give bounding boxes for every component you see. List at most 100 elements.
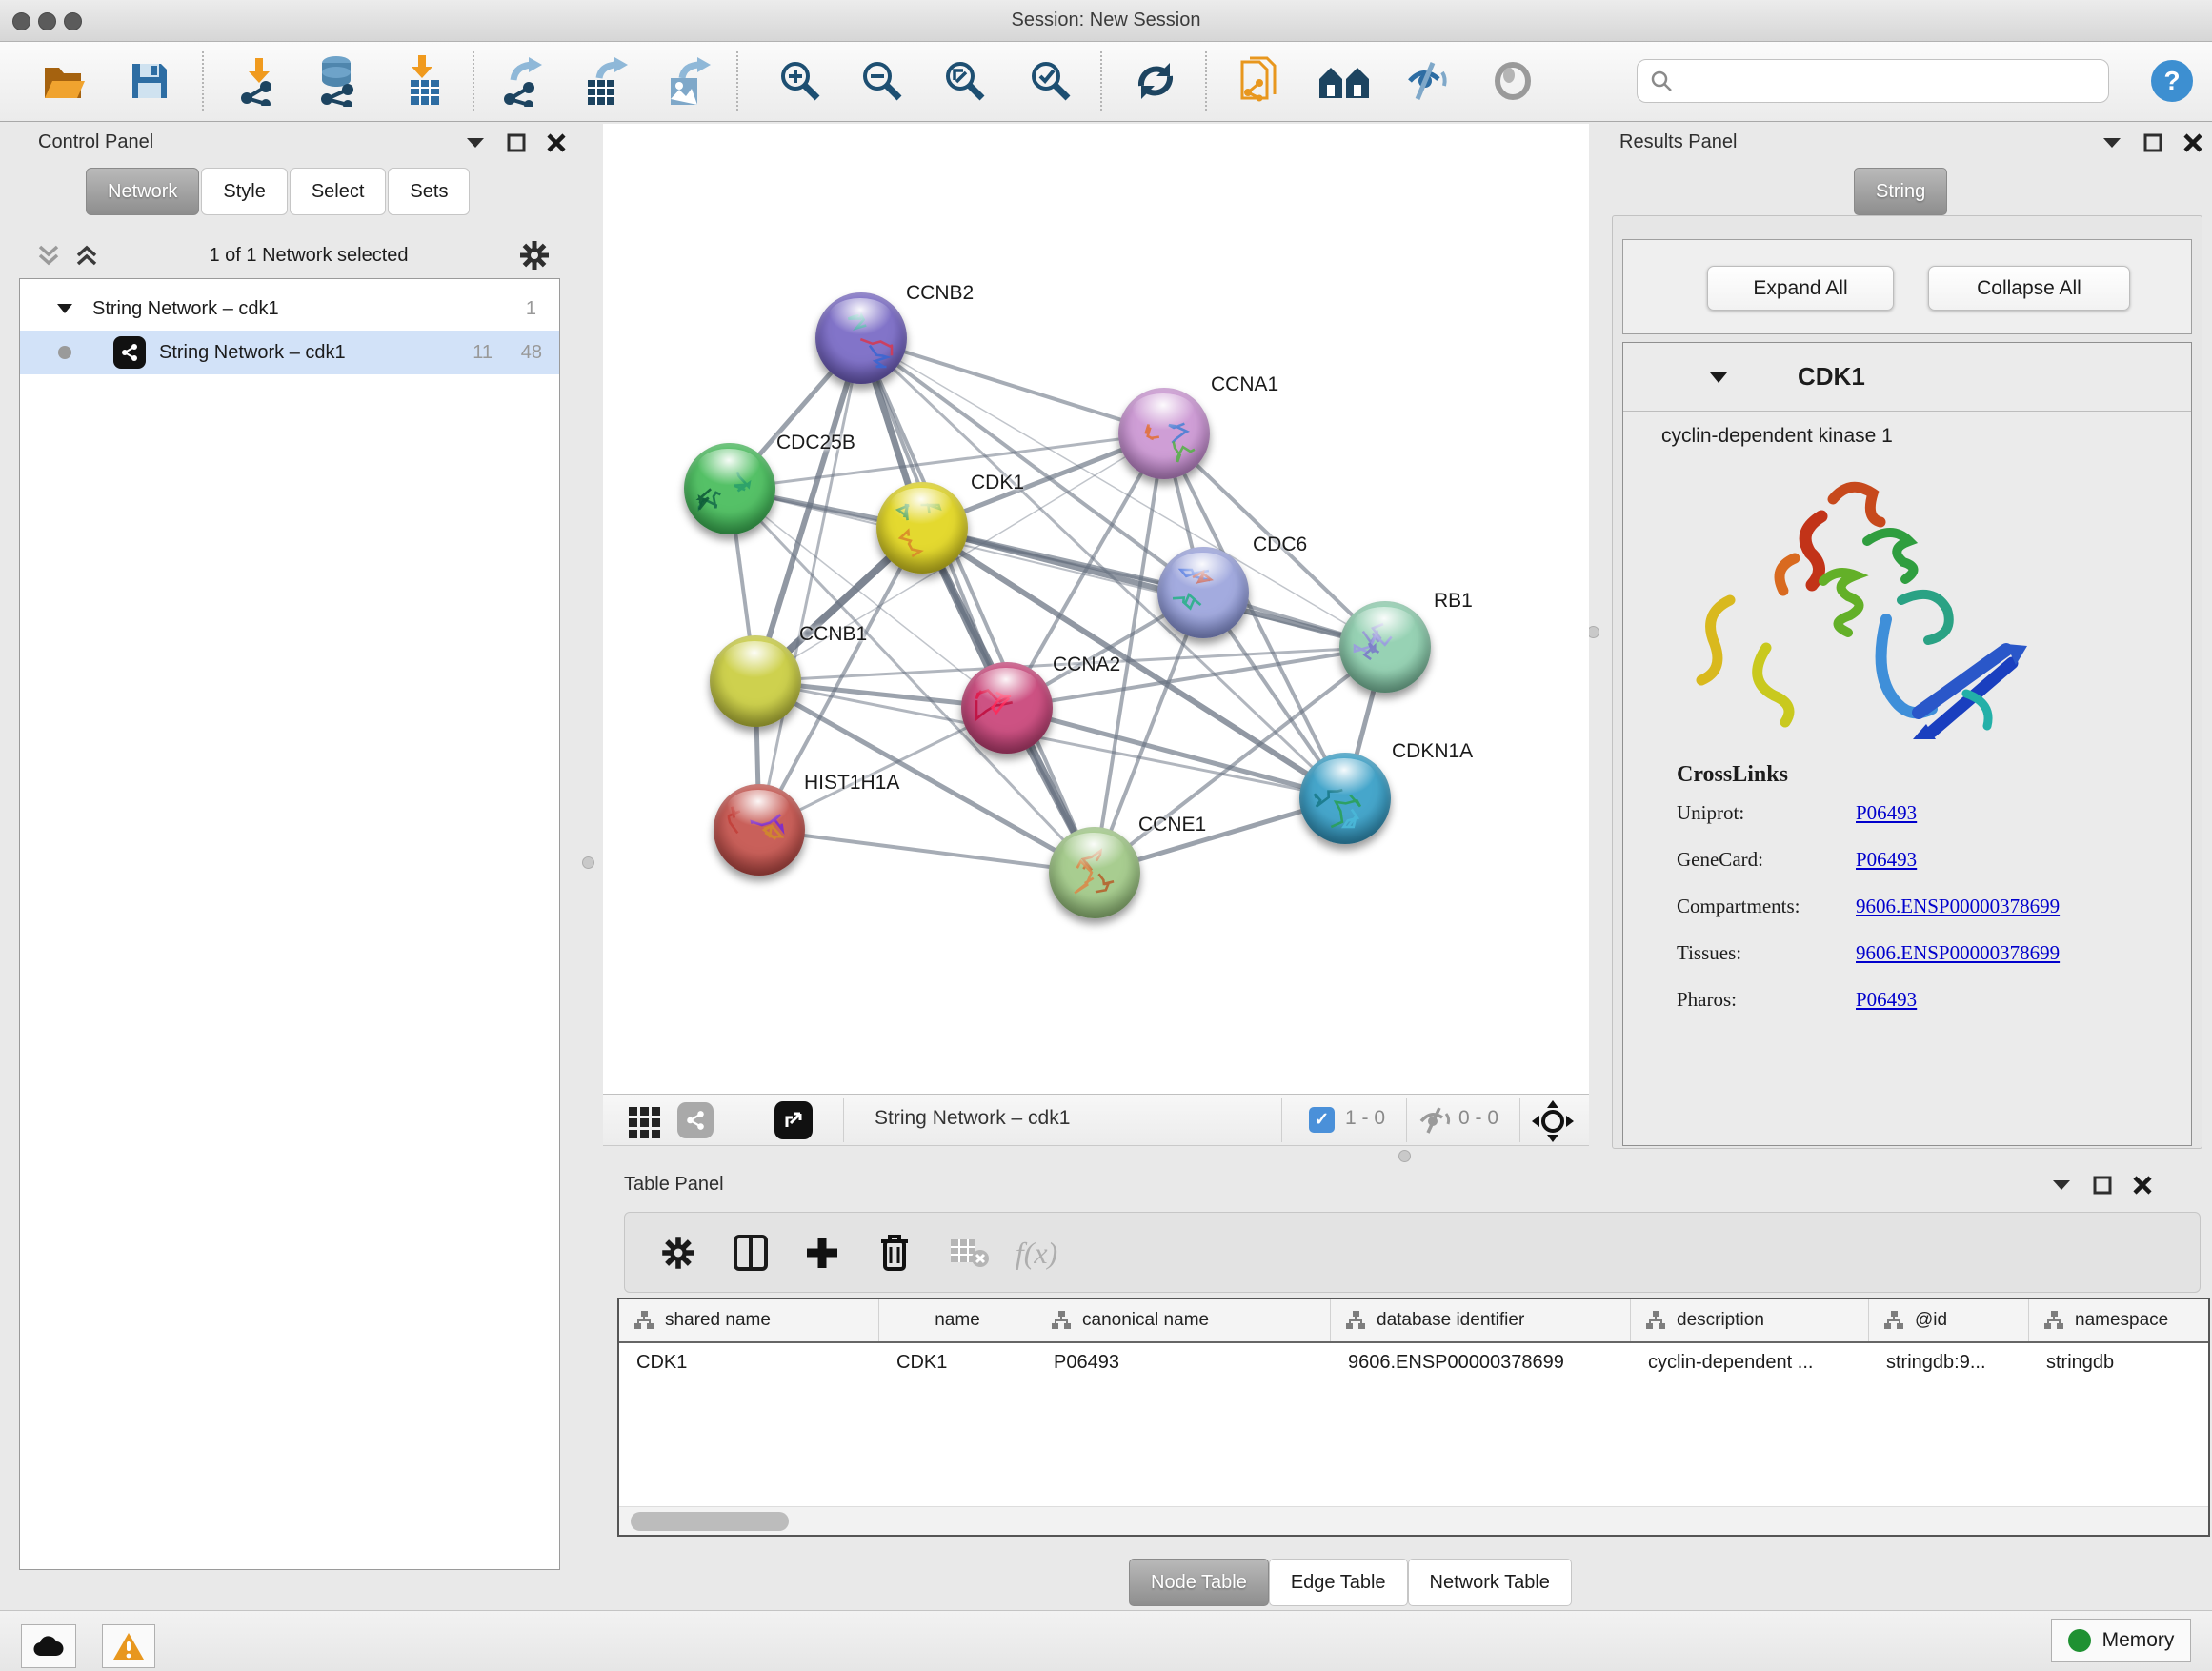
import-network-from-database-icon[interactable] <box>310 53 365 109</box>
network-node-cdc25b[interactable] <box>684 443 775 534</box>
crosslink-link[interactable]: P06493 <box>1856 848 1917 872</box>
column-header-name[interactable]: name <box>879 1299 1036 1341</box>
save-session-icon[interactable] <box>122 53 177 109</box>
close-panel-icon[interactable] <box>2133 1176 2152 1195</box>
table-cell[interactable]: P06493 <box>1036 1352 1331 1374</box>
network-node-cdk1[interactable] <box>876 482 968 574</box>
create-column-icon[interactable] <box>795 1226 849 1279</box>
clone-network-icon[interactable] <box>1232 53 1287 109</box>
network-edge[interactable] <box>922 528 1385 647</box>
expand-all-button[interactable]: Expand All <box>1707 266 1894 311</box>
delete-table-icon[interactable] <box>942 1226 995 1279</box>
import-network-from-file-icon[interactable] <box>231 53 286 109</box>
zoom-fit-content-icon[interactable] <box>937 53 993 109</box>
crosslink-link[interactable]: 9606.ENSP00000378699 <box>1856 941 2060 965</box>
section-collapse-icon[interactable] <box>1709 372 1728 384</box>
view-grid-mode-icon[interactable] <box>629 1107 660 1138</box>
network-node-ccna2[interactable] <box>961 662 1053 754</box>
table-cell[interactable]: cyclin-dependent ... <box>1631 1352 1869 1374</box>
table-cell[interactable]: stringdb:9... <box>1869 1352 2029 1374</box>
network-node-ccnb1[interactable] <box>710 635 801 727</box>
tab-node-table[interactable]: Node Table <box>1129 1559 1269 1606</box>
hide-selected-icon[interactable] <box>1400 53 1456 109</box>
network-node-rb1[interactable] <box>1339 601 1431 693</box>
detach-view-icon[interactable] <box>774 1101 813 1139</box>
table-row[interactable]: CDK1CDK1P064939606.ENSP00000378699cyclin… <box>619 1343 2208 1381</box>
memory-button[interactable]: Memory <box>2051 1619 2191 1662</box>
import-table-from-file-icon[interactable] <box>397 53 452 109</box>
show-column-selector-icon[interactable] <box>724 1226 777 1279</box>
column-header-description[interactable]: description <box>1631 1299 1869 1341</box>
table-cell[interactable]: CDK1 <box>879 1352 1036 1374</box>
panel-menu-icon[interactable] <box>2051 1178 2072 1192</box>
column-header--id[interactable]: @id <box>1869 1299 2029 1341</box>
table-options-gear-icon[interactable] <box>652 1226 705 1279</box>
network-edge[interactable] <box>861 338 1164 433</box>
export-image-icon[interactable] <box>662 53 717 109</box>
scrollbar-thumb[interactable] <box>631 1512 789 1531</box>
apply-preferred-layout-icon[interactable] <box>1317 53 1372 109</box>
network-node-ccna1[interactable] <box>1118 388 1210 479</box>
crosslink-link[interactable]: 9606.ENSP00000378699 <box>1856 895 2060 918</box>
protein-section-header[interactable]: CDK1 <box>1623 343 2191 412</box>
network-node-cdc6[interactable] <box>1157 547 1249 638</box>
table-cell[interactable]: CDK1 <box>619 1352 879 1374</box>
close-panel-icon[interactable] <box>2183 133 2202 152</box>
column-header-database-identifier[interactable]: database identifier <box>1331 1299 1631 1341</box>
panel-menu-icon[interactable] <box>465 136 486 150</box>
help-icon[interactable]: ? <box>2144 53 2200 109</box>
zoom-out-icon[interactable] <box>855 53 910 109</box>
tab-network-table[interactable]: Network Table <box>1408 1559 1572 1606</box>
bottom-splitter-handle[interactable] <box>1398 1150 1411 1162</box>
refresh-icon[interactable] <box>1128 53 1183 109</box>
node-table[interactable]: shared namenamecanonical namedatabase id… <box>617 1298 2210 1537</box>
string-view-icon[interactable] <box>677 1102 714 1138</box>
crosslink-link[interactable]: P06493 <box>1856 801 1917 825</box>
close-panel-icon[interactable] <box>547 133 566 152</box>
tab-select[interactable]: Select <box>290 168 387 215</box>
hidden-elements-eye-icon[interactable] <box>1418 1107 1453 1134</box>
float-panel-icon[interactable] <box>507 133 526 152</box>
tab-style[interactable]: Style <box>201 168 287 215</box>
table-cell[interactable]: stringdb <box>2029 1352 2210 1374</box>
panel-menu-icon[interactable] <box>2101 136 2122 150</box>
collection-expand-icon[interactable] <box>56 303 73 314</box>
table-cell[interactable]: 9606.ENSP00000378699 <box>1331 1352 1631 1374</box>
search-input[interactable] <box>1674 70 2093 92</box>
column-header-shared-name[interactable]: shared name <box>619 1299 879 1341</box>
float-panel-icon[interactable] <box>2093 1176 2112 1195</box>
column-header-canonical-name[interactable]: canonical name <box>1036 1299 1331 1341</box>
network-edge[interactable] <box>759 830 1095 873</box>
function-builder-icon[interactable]: f(x) <box>1010 1226 1063 1279</box>
network-options-gear-icon[interactable] <box>518 239 551 272</box>
tab-network[interactable]: Network <box>86 168 199 215</box>
export-network-icon[interactable] <box>495 53 551 109</box>
selected-nodes-checkbox[interactable]: ✓ <box>1309 1107 1335 1133</box>
network-node-ccnb2[interactable] <box>815 292 907 384</box>
crosslink-link[interactable]: P06493 <box>1856 988 1917 1012</box>
search-field[interactable] <box>1637 59 2109 103</box>
tab-edge-table[interactable]: Edge Table <box>1269 1559 1408 1606</box>
zoom-selected-icon[interactable] <box>1023 53 1078 109</box>
zoom-in-icon[interactable] <box>773 53 828 109</box>
open-session-icon[interactable] <box>37 53 92 109</box>
delete-column-trash-icon[interactable] <box>868 1226 921 1279</box>
network-node-ccne1[interactable] <box>1049 827 1140 918</box>
column-header-namespace[interactable]: namespace <box>2029 1299 2210 1341</box>
birds-eye-navigator-icon[interactable] <box>1531 1099 1575 1143</box>
network-node-hist1h1a[interactable] <box>714 784 805 876</box>
export-table-icon[interactable] <box>579 53 634 109</box>
network-edge[interactable] <box>759 338 861 830</box>
show-all-icon[interactable] <box>1485 53 1540 109</box>
cloud-sync-button[interactable] <box>21 1624 76 1668</box>
tab-sets[interactable]: Sets <box>388 168 470 215</box>
network-node-cdkn1a[interactable] <box>1299 753 1391 844</box>
tab-string[interactable]: String <box>1854 168 1947 215</box>
float-panel-icon[interactable] <box>2143 133 2162 152</box>
collapse-all-networks-icon[interactable] <box>36 244 61 267</box>
expand-all-networks-icon[interactable] <box>74 244 99 267</box>
left-splitter-handle[interactable] <box>582 856 594 869</box>
warnings-button[interactable] <box>102 1624 155 1668</box>
network-canvas[interactable]: CCNB2CCNA1CDC25BCDK1CDC6RB1CCNB1CCNA2CDK… <box>603 124 1589 1094</box>
network-row[interactable]: String Network – cdk1 11 48 <box>20 331 559 374</box>
